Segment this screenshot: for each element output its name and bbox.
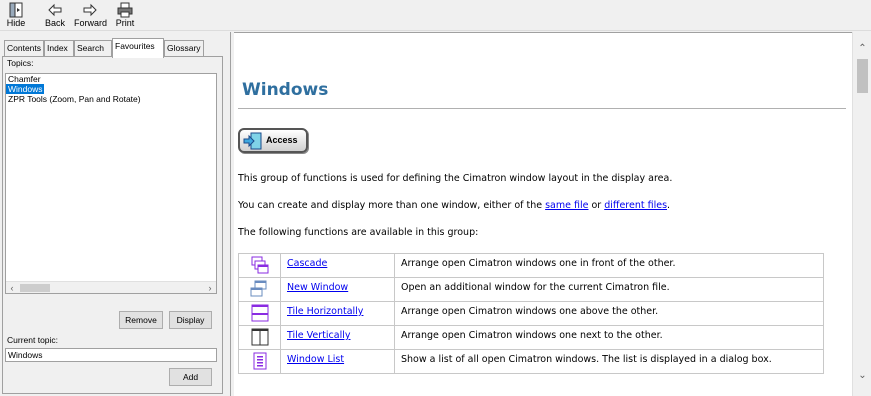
access-label: Access	[266, 135, 298, 145]
new-window-icon	[250, 280, 266, 297]
back-button[interactable]: Back	[44, 0, 66, 31]
scrollbar-thumb[interactable]	[20, 284, 50, 292]
functions-intro: The following functions are available in…	[238, 227, 479, 238]
function-name-cell: New Window	[280, 277, 395, 302]
topic-label: ZPR Tools (Zoom, Pan and Rotate)	[8, 94, 141, 104]
topic-label: Chamfer	[8, 74, 41, 84]
tab-index-label: Index	[47, 43, 68, 53]
icon-cell	[238, 349, 281, 374]
print-label: Print	[115, 18, 135, 28]
tile-vertical-icon	[251, 328, 268, 346]
list-item-selected[interactable]: Windows	[6, 84, 45, 94]
functions-table: Cascade Arrange open Cimatron windows on…	[238, 253, 824, 374]
cascade-icon	[251, 256, 268, 274]
window-list-icon	[253, 352, 266, 370]
back-label: Back	[44, 18, 65, 28]
hide-button[interactable]: Hide	[6, 0, 26, 31]
access-button[interactable]: Access	[238, 128, 308, 153]
forward-button[interactable]: Forward	[74, 0, 108, 31]
icon-cell	[238, 325, 281, 350]
function-desc-cell: Arrange open Cimatron windows one next t…	[394, 325, 824, 350]
vertical-scrollbar[interactable]: ⌃ ⌄	[852, 32, 871, 396]
current-topic-label: Current topic:	[7, 335, 59, 345]
tab-contents[interactable]: Contents	[4, 40, 44, 57]
printer-icon	[117, 2, 133, 18]
function-desc-cell: Open an additional window for the curren…	[394, 277, 824, 302]
window-list-link[interactable]: Window List	[287, 354, 344, 365]
topics-label: Topics:	[7, 58, 34, 68]
list-item[interactable]: ZPR Tools (Zoom, Pan and Rotate)	[6, 94, 216, 104]
tab-favourites-label: Favourites	[115, 41, 155, 51]
current-topic-field[interactable]: Windows	[5, 348, 217, 362]
paragraph-text: You can create and display more than one…	[238, 200, 546, 211]
function-name-cell: Tile Vertically	[280, 325, 395, 350]
function-name-cell: Cascade	[280, 253, 395, 278]
new-window-link[interactable]: New Window	[287, 282, 348, 293]
table-row: Cascade Arrange open Cimatron windows on…	[238, 253, 824, 278]
print-button[interactable]: Print	[114, 0, 136, 31]
forward-label: Forward	[74, 18, 108, 28]
chevron-up-icon[interactable]: ⌃	[853, 40, 871, 57]
table-row: Window List Show a list of all open Cima…	[238, 349, 824, 374]
help-content: Windows Access This group of functions i…	[234, 32, 852, 396]
add-label: Add	[182, 372, 199, 382]
same-file-link[interactable]: same file	[545, 200, 588, 211]
display-button[interactable]: Display	[169, 311, 212, 329]
table-row: Tile Vertically Arrange open Cimatron wi…	[238, 325, 824, 350]
table-row: Tile Horizontally Arrange open Cimatron …	[238, 301, 824, 326]
function-desc-cell: Arrange open Cimatron windows one above …	[394, 301, 824, 326]
list-item[interactable]: Chamfer	[6, 74, 216, 84]
display-label: Display	[176, 315, 205, 325]
hide-label: Hide	[6, 18, 26, 28]
function-name-cell: Window List	[280, 349, 395, 374]
cascade-link[interactable]: Cascade	[287, 258, 327, 269]
toolbar: Hide Back Forward Print	[0, 0, 871, 31]
scrollbar-thumb[interactable]	[857, 59, 868, 93]
tab-glossary[interactable]: Glossary	[164, 40, 204, 57]
chevron-down-icon[interactable]: ⌄	[853, 367, 871, 384]
icon-cell	[238, 277, 281, 302]
tab-search[interactable]: Search	[74, 40, 112, 57]
table-row: New Window Open an additional window for…	[238, 277, 824, 302]
topics-list[interactable]: Chamfer Windows ZPR Tools (Zoom, Pan and…	[5, 73, 217, 294]
navigation-pane: Contents Index Search Favourites Glossar…	[0, 32, 230, 396]
tab-index[interactable]: Index	[44, 40, 74, 57]
chevron-left-icon[interactable]: ‹	[6, 282, 18, 294]
function-name-cell: Tile Horizontally	[280, 301, 395, 326]
tab-glossary-label: Glossary	[167, 43, 201, 53]
tile-horizontal-icon	[251, 304, 268, 322]
paragraph-text: .	[667, 200, 671, 211]
remove-label: Remove	[125, 315, 157, 325]
paragraph-text: or	[588, 200, 605, 211]
page-title: Windows	[242, 80, 329, 100]
function-desc-cell: Arrange open Cimatron windows one in fro…	[394, 253, 824, 278]
tab-contents-label: Contents	[7, 43, 42, 53]
windows-paragraph: You can create and display more than one…	[238, 200, 670, 211]
intro-paragraph: This group of functions is used for defi…	[238, 173, 673, 184]
tile-horizontally-link[interactable]: Tile Horizontally	[287, 306, 363, 317]
chevron-right-icon[interactable]: ›	[204, 282, 216, 294]
hide-icon	[9, 2, 23, 18]
arrow-left-icon	[48, 3, 62, 17]
icon-cell	[238, 253, 281, 278]
remove-button[interactable]: Remove	[119, 311, 163, 329]
access-icon	[243, 132, 262, 150]
horizontal-scrollbar[interactable]: ‹ ›	[6, 281, 216, 293]
topic-label: Windows	[8, 84, 43, 94]
arrow-right-icon	[83, 3, 97, 17]
tab-search-label: Search	[77, 43, 104, 53]
different-files-link[interactable]: different files	[604, 200, 667, 211]
function-desc-cell: Show a list of all open Cimatron windows…	[394, 349, 824, 374]
icon-cell	[238, 301, 281, 326]
add-button[interactable]: Add	[169, 368, 212, 386]
title-divider	[238, 108, 846, 109]
tab-favourites[interactable]: Favourites	[112, 38, 164, 58]
tile-vertically-link[interactable]: Tile Vertically	[287, 330, 350, 341]
